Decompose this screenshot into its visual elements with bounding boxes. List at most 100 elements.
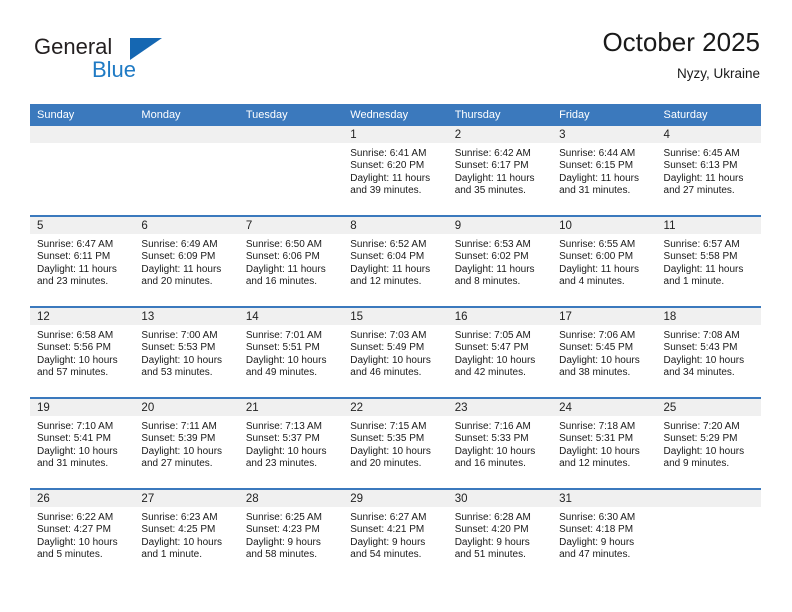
page-subtitle: Nyzy, Ukraine bbox=[676, 66, 760, 81]
day-cell[interactable]: 1 Sunrise: 6:41 AM Sunset: 6:20 PM Daylight… bbox=[343, 126, 448, 216]
daylight-text-line2: and 46 minutes. bbox=[350, 367, 422, 379]
daylight-text-line1: Daylight: 10 hours bbox=[350, 354, 431, 366]
day-cell[interactable] bbox=[238, 126, 344, 216]
day-cell[interactable]: 31 Sunrise: 6:30 AM Sunset: 4:18 PM Dayligh… bbox=[552, 488, 657, 579]
daylight-text-line2: and 16 minutes. bbox=[454, 458, 526, 470]
sunrise-text: Sunrise: 7:15 AM bbox=[350, 421, 427, 432]
day-number bbox=[238, 126, 344, 143]
daylight-text-line1: Daylight: 9 hours bbox=[559, 536, 635, 548]
sunset-text: Sunset: 6:13 PM bbox=[663, 160, 738, 172]
day-cell[interactable]: 25 Sunrise: 7:20 AM Sunset: 5:29 PM Dayligh… bbox=[656, 397, 761, 489]
sunset-text: Sunset: 5:29 PM bbox=[663, 433, 738, 445]
day-cell[interactable]: 13 Sunrise: 7:00 AM Sunset: 5:53 PM Dayligh… bbox=[134, 306, 239, 398]
day-cell[interactable]: 20 Sunrise: 7:11 AM Sunset: 5:39 PM Dayligh… bbox=[134, 397, 239, 489]
daylight-text-line2: and 31 minutes. bbox=[559, 185, 631, 197]
day-number bbox=[30, 126, 135, 143]
day-number: 14 bbox=[238, 308, 344, 325]
sunset-text: Sunset: 6:17 PM bbox=[454, 160, 529, 172]
daylight-text-line1: Daylight: 10 hours bbox=[663, 445, 745, 457]
day-cell[interactable]: 8 Sunrise: 6:52 AM Sunset: 6:04 PM Daylight… bbox=[343, 215, 448, 307]
day-cell[interactable]: 10 Sunrise: 6:55 AM Sunset: 6:00 PM Dayligh… bbox=[552, 215, 657, 307]
day-cell[interactable]: 11 Sunrise: 6:57 AM Sunset: 5:58 PM Dayligh… bbox=[656, 215, 761, 307]
day-cell[interactable]: 21 Sunrise: 7:13 AM Sunset: 5:37 PM Dayligh… bbox=[238, 397, 344, 489]
sunrise-text: Sunrise: 7:18 AM bbox=[559, 421, 636, 432]
daylight-text-line2: and 54 minutes. bbox=[350, 549, 422, 561]
daylight-text-line2: and 12 minutes. bbox=[350, 276, 422, 288]
day-cell[interactable]: 5 Sunrise: 6:47 AM Sunset: 6:11 PM Daylight… bbox=[30, 215, 135, 307]
day-cell[interactable]: 30 Sunrise: 6:28 AM Sunset: 4:20 PM Dayligh… bbox=[447, 488, 553, 579]
calendar-week-row: 19 Sunrise: 7:10 AM Sunset: 5:41 PM Dayligh… bbox=[30, 397, 761, 489]
day-number: 30 bbox=[447, 490, 553, 507]
day-cell[interactable] bbox=[134, 126, 239, 216]
day-cell[interactable]: 15 Sunrise: 7:03 AM Sunset: 5:49 PM Dayligh… bbox=[343, 306, 448, 398]
sunset-text: Sunset: 6:11 PM bbox=[37, 251, 111, 263]
day-cell[interactable]: 4 Sunrise: 6:45 AM Sunset: 6:13 PM Daylight… bbox=[656, 126, 761, 216]
daylight-text-line1: Daylight: 10 hours bbox=[454, 354, 536, 366]
daylight-text-line2: and 34 minutes. bbox=[663, 367, 735, 379]
day-number: 6 bbox=[134, 217, 239, 234]
day-cell[interactable]: 22 Sunrise: 7:15 AM Sunset: 5:35 PM Dayligh… bbox=[343, 397, 448, 489]
sunset-text: Sunset: 5:33 PM bbox=[454, 433, 529, 445]
day-number: 8 bbox=[343, 217, 448, 234]
daylight-text-line1: Daylight: 10 hours bbox=[141, 536, 223, 548]
daylight-text-line2: and 9 minutes. bbox=[663, 458, 730, 470]
day-cell[interactable]: 12 Sunrise: 6:58 AM Sunset: 5:56 PM Dayligh… bbox=[30, 306, 135, 398]
day-number: 9 bbox=[447, 217, 553, 234]
sunset-text: Sunset: 5:39 PM bbox=[141, 433, 216, 445]
daylight-text-line2: and 47 minutes. bbox=[559, 549, 631, 561]
day-number: 26 bbox=[30, 490, 135, 507]
sunrise-text: Sunrise: 6:50 AM bbox=[245, 239, 322, 250]
daylight-text-line1: Daylight: 10 hours bbox=[454, 445, 536, 457]
day-cell[interactable]: 16 Sunrise: 7:05 AM Sunset: 5:47 PM Dayligh… bbox=[447, 306, 553, 398]
sunset-text: Sunset: 5:47 PM bbox=[454, 342, 529, 354]
daylight-text-line1: Daylight: 11 hours bbox=[350, 172, 431, 184]
calendar-body: 1 Sunrise: 6:41 AM Sunset: 6:20 PM Daylight… bbox=[30, 126, 761, 579]
sunset-text: Sunset: 5:41 PM bbox=[37, 433, 111, 445]
day-cell[interactable]: 27 Sunrise: 6:23 AM Sunset: 4:25 PM Dayligh… bbox=[134, 488, 239, 579]
day-number: 1 bbox=[343, 126, 448, 143]
sunrise-text: Sunrise: 6:57 AM bbox=[663, 239, 740, 250]
daylight-text-line2: and 16 minutes. bbox=[245, 276, 318, 288]
daylight-text-line1: Daylight: 11 hours bbox=[559, 263, 639, 275]
day-cell[interactable]: 18 Sunrise: 7:08 AM Sunset: 5:43 PM Dayligh… bbox=[656, 306, 761, 398]
day-cell[interactable]: 28 Sunrise: 6:25 AM Sunset: 4:23 PM Dayligh… bbox=[238, 488, 344, 579]
sunrise-text: Sunrise: 6:30 AM bbox=[559, 512, 636, 523]
day-cell[interactable]: 19 Sunrise: 7:10 AM Sunset: 5:41 PM Dayligh… bbox=[30, 397, 135, 489]
calendar-table: Sunday Monday Tuesday Wednesday Thursday… bbox=[30, 104, 761, 579]
day-cell[interactable]: 9 Sunrise: 6:53 AM Sunset: 6:02 PM Daylight… bbox=[447, 215, 553, 307]
day-cell[interactable] bbox=[30, 126, 135, 216]
daylight-text-line2: and 58 minutes. bbox=[245, 549, 318, 561]
daylight-text-line2: and 20 minutes. bbox=[141, 276, 213, 288]
day-cell[interactable]: 23 Sunrise: 7:16 AM Sunset: 5:33 PM Dayligh… bbox=[447, 397, 553, 489]
day-cell[interactable]: 2 Sunrise: 6:42 AM Sunset: 6:17 PM Daylight… bbox=[447, 126, 553, 216]
daylight-text-line1: Daylight: 10 hours bbox=[141, 354, 223, 366]
daylight-text-line2: and 51 minutes. bbox=[454, 549, 526, 561]
sunset-text: Sunset: 6:09 PM bbox=[141, 251, 216, 263]
sunrise-text: Sunrise: 6:42 AM bbox=[454, 148, 531, 159]
day-cell[interactable]: 24 Sunrise: 7:18 AM Sunset: 5:31 PM Dayligh… bbox=[552, 397, 657, 489]
weekday-header-thursday: Thursday bbox=[447, 104, 553, 126]
day-cell[interactable]: 3 Sunrise: 6:44 AM Sunset: 6:15 PM Daylight… bbox=[552, 126, 657, 216]
daylight-text-line2: and 27 minutes. bbox=[663, 185, 735, 197]
day-cell[interactable] bbox=[656, 488, 761, 579]
sunset-text: Sunset: 6:04 PM bbox=[350, 251, 425, 263]
sunset-text: Sunset: 5:37 PM bbox=[245, 433, 320, 445]
daylight-text-line2: and 35 minutes. bbox=[454, 185, 526, 197]
day-cell[interactable]: 17 Sunrise: 7:06 AM Sunset: 5:45 PM Dayligh… bbox=[552, 306, 657, 398]
brand-logo[interactable]: General Blue bbox=[34, 34, 214, 88]
title-block: October 2025 Nyzy, Ukraine bbox=[602, 26, 760, 84]
day-cell[interactable]: 26 Sunrise: 6:22 AM Sunset: 4:27 PM Dayligh… bbox=[30, 488, 135, 579]
daylight-text-line2: and 53 minutes. bbox=[141, 367, 213, 379]
day-cell[interactable]: 14 Sunrise: 7:01 AM Sunset: 5:51 PM Dayligh… bbox=[238, 306, 344, 398]
sunset-text: Sunset: 5:43 PM bbox=[663, 342, 738, 354]
daylight-text-line1: Daylight: 9 hours bbox=[350, 536, 426, 548]
day-cell[interactable]: 29 Sunrise: 6:27 AM Sunset: 4:21 PM Dayligh… bbox=[343, 488, 448, 579]
daylight-text-line1: Daylight: 11 hours bbox=[37, 263, 117, 275]
sunset-text: Sunset: 4:20 PM bbox=[454, 524, 529, 536]
weekday-header-friday: Friday bbox=[552, 104, 657, 126]
day-cell[interactable]: 6 Sunrise: 6:49 AM Sunset: 6:09 PM Daylight… bbox=[134, 215, 239, 307]
sunrise-text: Sunrise: 6:22 AM bbox=[37, 512, 114, 523]
day-number: 31 bbox=[552, 490, 657, 507]
day-number: 22 bbox=[343, 399, 448, 416]
day-cell[interactable]: 7 Sunrise: 6:50 AM Sunset: 6:06 PM Daylight… bbox=[238, 215, 344, 307]
